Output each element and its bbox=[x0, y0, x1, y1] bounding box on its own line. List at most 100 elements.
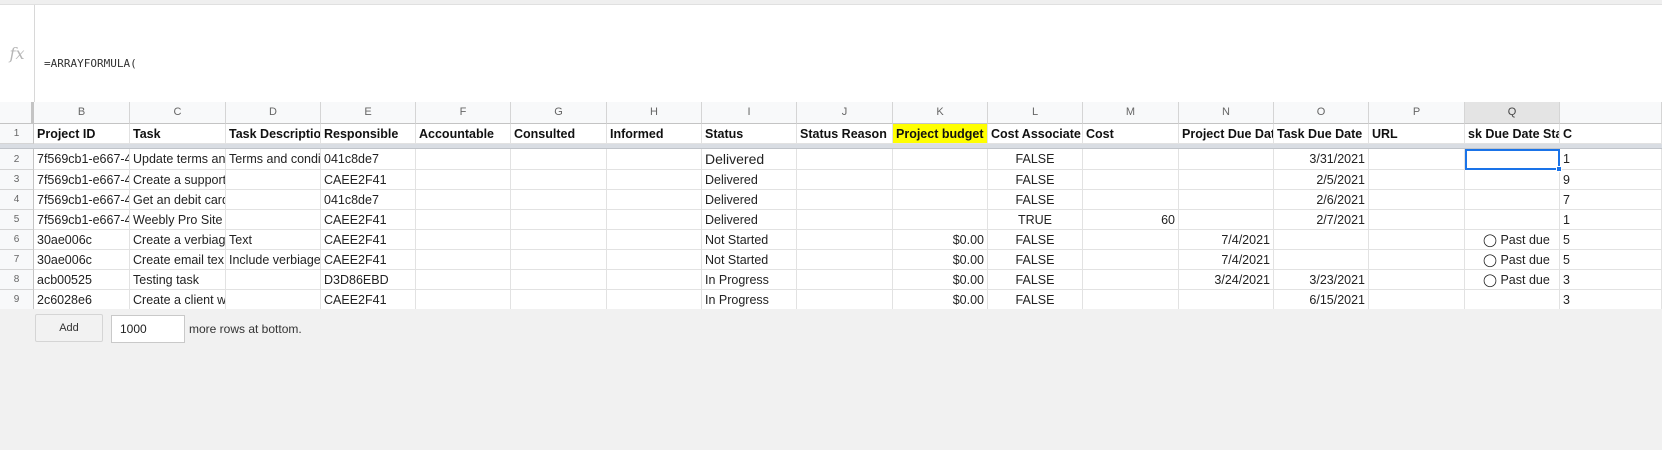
table-cell[interactable]: $0.00 bbox=[893, 250, 988, 270]
table-cell[interactable]: 1 bbox=[1560, 210, 1662, 230]
table-cell[interactable] bbox=[226, 190, 321, 210]
rows-count-input[interactable] bbox=[111, 315, 185, 343]
table-cell[interactable]: $0.00 bbox=[893, 230, 988, 250]
table-cell[interactable]: 3 bbox=[1560, 290, 1662, 309]
table-cell[interactable]: TRUE bbox=[988, 210, 1083, 230]
table-cell[interactable]: 3 bbox=[1560, 270, 1662, 290]
table-cell[interactable]: Not Started bbox=[702, 230, 797, 250]
table-cell[interactable]: FALSE bbox=[988, 270, 1083, 290]
table-cell[interactable] bbox=[416, 149, 511, 170]
table-cell[interactable]: CAEE2F41 bbox=[321, 170, 416, 190]
table-cell[interactable] bbox=[797, 250, 893, 270]
table-cell[interactable] bbox=[1083, 250, 1179, 270]
table-cell[interactable]: CAEE2F41 bbox=[321, 230, 416, 250]
header-cell[interactable]: C bbox=[1560, 124, 1662, 144]
table-cell[interactable] bbox=[893, 210, 988, 230]
table-cell[interactable] bbox=[893, 149, 988, 170]
table-cell[interactable]: 2/6/2021 bbox=[1274, 190, 1369, 210]
table-cell[interactable]: FALSE bbox=[988, 170, 1083, 190]
header-cell[interactable]: Cost Associate bbox=[988, 124, 1083, 144]
select-all-corner[interactable] bbox=[0, 102, 34, 124]
table-cell[interactable]: Update terms an bbox=[130, 149, 226, 170]
table-cell[interactable] bbox=[607, 170, 702, 190]
row-header[interactable]: 9 bbox=[0, 290, 34, 309]
fill-handle[interactable] bbox=[1556, 166, 1562, 172]
table-cell[interactable]: In Progress bbox=[702, 290, 797, 309]
table-cell[interactable]: FALSE bbox=[988, 190, 1083, 210]
header-cell[interactable]: Project Due Dat bbox=[1179, 124, 1274, 144]
table-cell[interactable] bbox=[511, 149, 607, 170]
table-cell[interactable] bbox=[1083, 230, 1179, 250]
column-header-p[interactable]: P bbox=[1369, 102, 1465, 124]
column-header-j[interactable]: J bbox=[797, 102, 893, 124]
table-cell[interactable]: $0.00 bbox=[893, 290, 988, 309]
table-cell[interactable]: Weebly Pro Site Plan upgrade bbox=[130, 210, 226, 230]
table-cell[interactable] bbox=[511, 250, 607, 270]
table-cell[interactable] bbox=[226, 290, 321, 309]
table-cell[interactable]: Text bbox=[226, 230, 321, 250]
column-header-m[interactable]: M bbox=[1083, 102, 1179, 124]
table-cell[interactable]: Include verbiage bbox=[226, 250, 321, 270]
table-cell[interactable]: 5 bbox=[1560, 250, 1662, 270]
table-cell[interactable] bbox=[1465, 290, 1560, 309]
column-header-f[interactable]: F bbox=[416, 102, 511, 124]
table-cell[interactable]: Create a verbiag bbox=[130, 230, 226, 250]
table-cell[interactable]: 9 bbox=[1560, 170, 1662, 190]
table-cell[interactable] bbox=[893, 170, 988, 190]
table-cell[interactable]: Delivered bbox=[702, 149, 797, 170]
header-cell[interactable]: Task Descriptio bbox=[226, 124, 321, 144]
table-cell[interactable] bbox=[1274, 250, 1369, 270]
table-cell[interactable]: acb00525 bbox=[34, 270, 130, 290]
table-cell[interactable] bbox=[1083, 170, 1179, 190]
table-cell[interactable] bbox=[416, 210, 511, 230]
table-cell[interactable] bbox=[1179, 149, 1274, 170]
table-cell[interactable]: 7f569cb1-e667-4 bbox=[34, 149, 130, 170]
column-header-n[interactable]: N bbox=[1179, 102, 1274, 124]
table-cell[interactable] bbox=[607, 270, 702, 290]
table-cell[interactable] bbox=[797, 190, 893, 210]
table-cell[interactable]: CAEE2F41 bbox=[321, 250, 416, 270]
table-cell[interactable]: 7f569cb1-e667-4 bbox=[34, 210, 130, 230]
table-cell[interactable] bbox=[1179, 290, 1274, 309]
active-cell-selection[interactable] bbox=[1465, 149, 1560, 170]
table-cell[interactable]: Terms and condi bbox=[226, 149, 321, 170]
row-header[interactable]: 7 bbox=[0, 250, 34, 270]
table-cell[interactable]: 30ae006c bbox=[34, 230, 130, 250]
table-cell[interactable] bbox=[1179, 210, 1274, 230]
column-header-i[interactable]: I bbox=[702, 102, 797, 124]
row-header[interactable]: 6 bbox=[0, 230, 34, 250]
table-cell[interactable]: 041c8de7 bbox=[321, 149, 416, 170]
table-cell[interactable] bbox=[511, 270, 607, 290]
table-cell[interactable] bbox=[797, 230, 893, 250]
table-cell[interactable] bbox=[1179, 190, 1274, 210]
table-cell[interactable] bbox=[1083, 149, 1179, 170]
header-cell[interactable]: Responsible bbox=[321, 124, 416, 144]
table-cell[interactable]: 2/7/2021 bbox=[1274, 210, 1369, 230]
column-header-partial[interactable] bbox=[1560, 102, 1662, 124]
table-cell[interactable]: ◯ Past due bbox=[1465, 270, 1560, 290]
table-cell[interactable] bbox=[1083, 270, 1179, 290]
table-cell[interactable] bbox=[1083, 190, 1179, 210]
table-cell[interactable]: CAEE2F41 bbox=[321, 290, 416, 309]
table-cell[interactable]: FALSE bbox=[988, 290, 1083, 309]
header-cell[interactable]: Project budget bbox=[893, 124, 988, 144]
row-header[interactable]: 2 bbox=[0, 149, 34, 170]
table-cell[interactable]: 3/23/2021 bbox=[1274, 270, 1369, 290]
column-header-g[interactable]: G bbox=[511, 102, 607, 124]
table-cell[interactable]: Testing task bbox=[130, 270, 226, 290]
header-cell[interactable]: Status Reason bbox=[797, 124, 893, 144]
table-cell[interactable] bbox=[511, 230, 607, 250]
table-cell[interactable] bbox=[1369, 190, 1465, 210]
table-cell[interactable]: 7/4/2021 bbox=[1179, 230, 1274, 250]
table-cell[interactable]: Delivered bbox=[702, 210, 797, 230]
table-cell[interactable]: ◯ Past due bbox=[1465, 230, 1560, 250]
table-cell[interactable] bbox=[797, 210, 893, 230]
table-cell[interactable]: 5 bbox=[1560, 230, 1662, 250]
table-cell[interactable]: Create email tex bbox=[130, 250, 226, 270]
table-cell[interactable]: Create a client welcome email ter bbox=[130, 290, 226, 309]
table-cell[interactable] bbox=[511, 290, 607, 309]
table-cell[interactable]: D3D86EBD bbox=[321, 270, 416, 290]
table-cell[interactable] bbox=[416, 270, 511, 290]
table-cell[interactable]: 6/15/2021 bbox=[1274, 290, 1369, 309]
spreadsheet-grid[interactable]: B C D E F G H I J K L M N O P Q 1 2 3 4 5 6 7 8 9 Project ID Task T… bbox=[0, 102, 1662, 309]
